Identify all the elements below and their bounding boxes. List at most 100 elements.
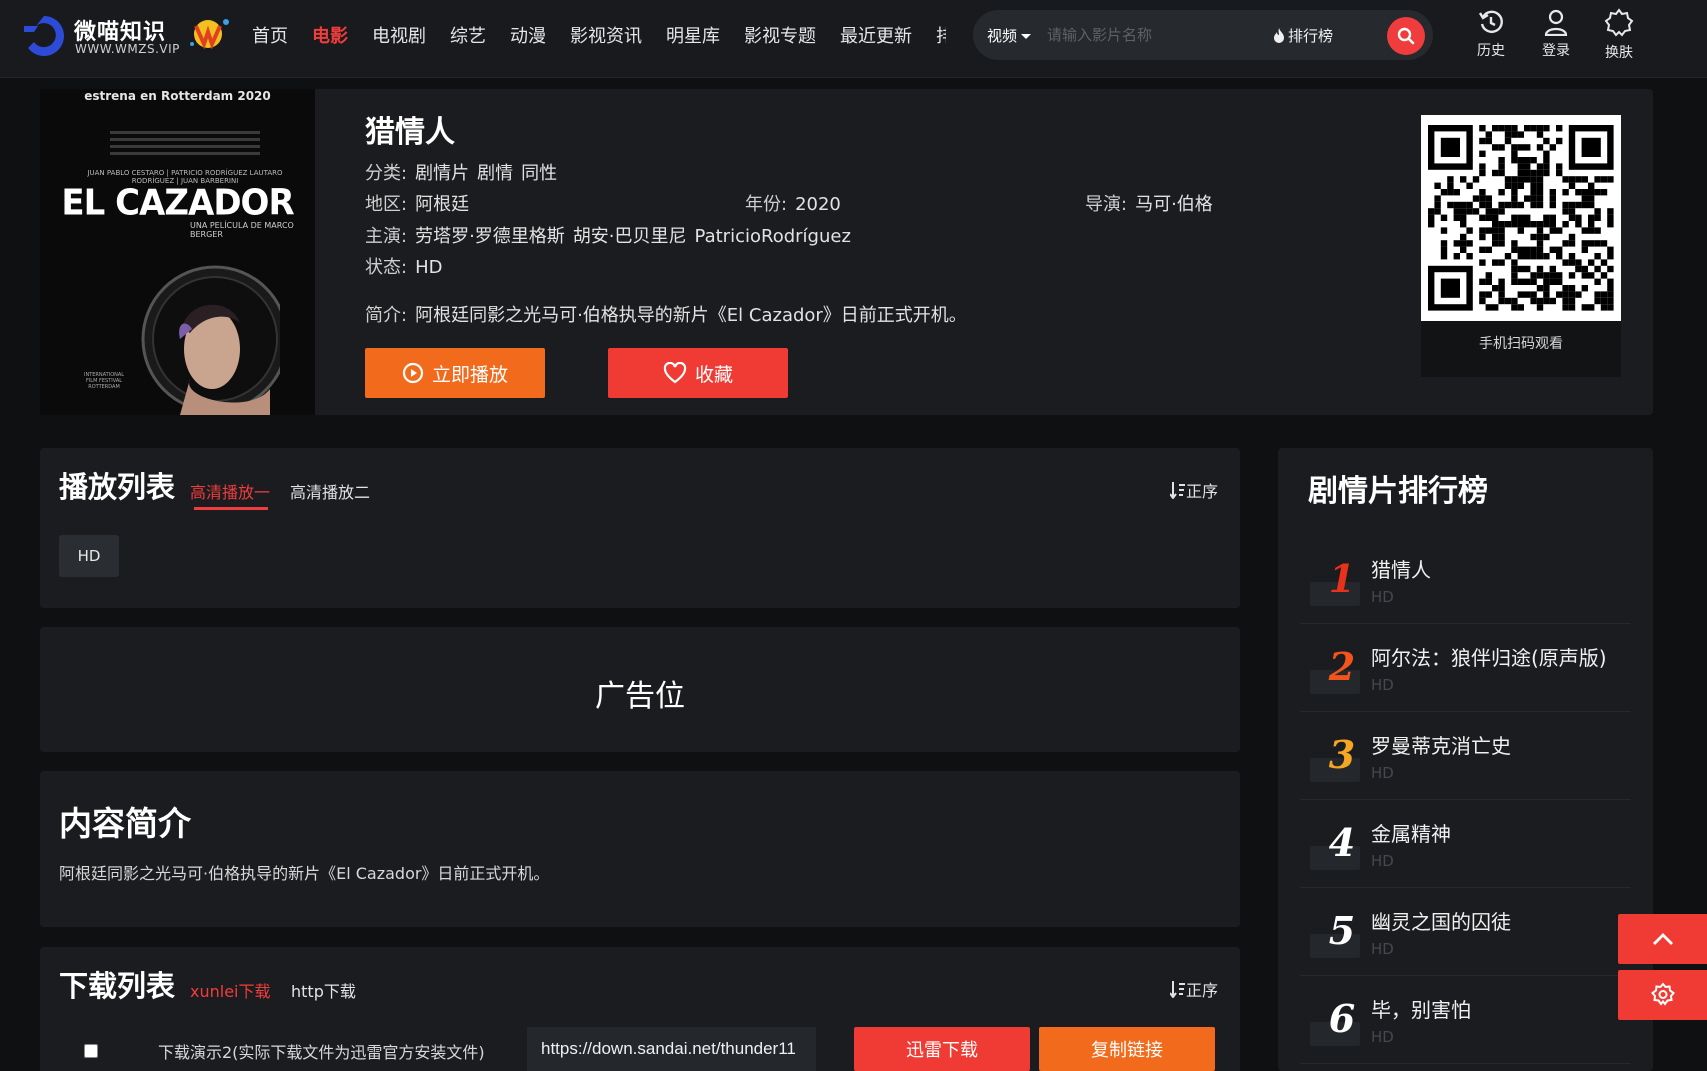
- rank-link[interactable]: 排行榜: [1273, 25, 1333, 46]
- ranking-item[interactable]: 6 毕，别害怕 HD: [1300, 976, 1631, 1064]
- nav-item-anime[interactable]: 动漫: [510, 22, 546, 48]
- ranking-item[interactable]: 2 阿尔法：狼伴归途(原声版) HD: [1300, 624, 1631, 712]
- director-link[interactable]: 马可·伯格: [1135, 194, 1213, 215]
- download-sort-label: 正序: [1186, 981, 1219, 1000]
- nav-item-topics[interactable]: 影视专题: [744, 22, 816, 48]
- ranking-item[interactable]: 3 罗曼蒂克消亡史 HD: [1300, 712, 1631, 800]
- nav-item-news[interactable]: 影视资讯: [570, 22, 642, 48]
- tab-http-download[interactable]: http下载: [291, 978, 356, 1002]
- category-link[interactable]: 剧情: [477, 163, 513, 184]
- ad-panel: 广告位: [40, 627, 1240, 752]
- rank-number: 6: [1328, 996, 1356, 1041]
- favorite-button[interactable]: 收藏: [608, 348, 788, 398]
- search-type-label: 视频: [987, 27, 1018, 45]
- poster-subtitle: UNA PELÍCULA DE MARCO BERGER: [190, 221, 294, 239]
- ranking-item[interactable]: 5 幽灵之国的囚徒 HD: [1300, 888, 1631, 976]
- search-type-select[interactable]: 视频: [987, 25, 1032, 46]
- meta-region-label: 地区:: [365, 194, 408, 215]
- intro-panel: 内容简介 阿根廷同影之光马可·伯格执导的新片《El Cazador》日前正式开机…: [40, 771, 1240, 927]
- rank-status: HD: [1371, 676, 1394, 694]
- meta-cast-label: 主演:: [365, 226, 408, 247]
- ranking-item[interactable]: 1 猎情人 HD: [1300, 536, 1631, 624]
- poster-festival: INTERNATIONAL FILM FESTIVAL ROTTERDAM: [84, 372, 125, 390]
- back-to-top-button[interactable]: [1618, 914, 1707, 964]
- status-value: HD: [415, 257, 443, 278]
- nav-item-movies[interactable]: 电影: [312, 22, 348, 48]
- rank-title: 幽灵之国的囚徒: [1371, 910, 1511, 934]
- poster-artwork: [141, 265, 280, 415]
- nav-item-home[interactable]: 首页: [252, 22, 288, 48]
- category-link[interactable]: 剧情片: [415, 163, 469, 184]
- intro-text: 阿根廷同影之光马可·伯格执导的新片《El Cazador》日前正式开机。: [59, 864, 550, 883]
- download-select-checkbox[interactable]: [84, 1044, 98, 1058]
- region-link[interactable]: 阿根廷: [415, 194, 469, 215]
- nav-item-variety[interactable]: 综艺: [450, 22, 486, 48]
- settings-float-button[interactable]: [1618, 970, 1707, 1020]
- episode-button[interactable]: HD: [59, 535, 119, 577]
- skin-label: 换肤: [1605, 45, 1633, 61]
- tab-hd-play-2[interactable]: 高清播放二: [290, 479, 370, 503]
- play-now-button[interactable]: 立即播放: [365, 348, 545, 398]
- nav-item-stars[interactable]: 明星库: [666, 22, 720, 48]
- download-panel: 下载列表 xunlei下载 http下载 正序 下载演示2(实际下载文件为迅雷官…: [40, 947, 1240, 1071]
- cast-link[interactable]: PatricioRodríguez: [695, 226, 851, 247]
- download-url-field[interactable]: [527, 1027, 816, 1071]
- rank-number: 4: [1328, 820, 1356, 865]
- rank-number: 2: [1328, 644, 1356, 689]
- search-bar: 视频 排行榜: [973, 10, 1433, 60]
- sort-icon: [1170, 482, 1185, 499]
- nav-item-tv[interactable]: 电视剧: [372, 22, 426, 48]
- active-tab-indicator: [194, 507, 268, 510]
- ranking-title: 剧情片排行榜: [1308, 474, 1488, 509]
- year-link[interactable]: 2020: [795, 194, 841, 215]
- download-title: 下载列表: [59, 969, 176, 1003]
- nav-item-overflow[interactable]: 排: [936, 22, 946, 48]
- playlist-sort-label: 正序: [1186, 482, 1219, 501]
- sort-icon: [1170, 981, 1185, 998]
- cast-link[interactable]: 劳塔罗·罗德里格斯: [415, 226, 565, 247]
- rank-number: 5: [1328, 908, 1356, 953]
- movie-info: 猎情人 分类: 剧情片 剧情 同性 地区: 阿根廷 年份: 2020 导演: 马可·伯格 主…: [365, 89, 1365, 415]
- copy-link-button[interactable]: 复制链接: [1039, 1027, 1215, 1071]
- meta-cast: 主演: 劳塔罗·罗德里格斯 胡安·巴贝里尼 PatricioRodríguez: [365, 222, 851, 248]
- poster-title: EL CAZADOR: [61, 182, 294, 224]
- logo-mark-icon: [24, 16, 64, 56]
- rank-title: 猎情人: [1371, 558, 1431, 582]
- history-button[interactable]: 历史: [1461, 8, 1521, 60]
- meta-category-label: 分类:: [365, 163, 408, 184]
- movie-poster[interactable]: estrena en Rotterdam 2020 JUAN PABLO CES…: [40, 89, 315, 415]
- poster-credits-lines: [110, 131, 260, 159]
- play-circle-icon: [402, 362, 424, 384]
- history-icon: [1478, 10, 1503, 33]
- tab-hd-play-1[interactable]: 高清播放一: [190, 479, 270, 503]
- rank-number: 3: [1328, 732, 1356, 777]
- search-button[interactable]: [1387, 17, 1425, 55]
- meta-director: 导演: 马可·伯格: [1085, 190, 1213, 216]
- favorite-label: 收藏: [694, 363, 733, 386]
- rank-status: HD: [1371, 940, 1394, 958]
- ad-placeholder: 广告位: [595, 679, 685, 714]
- download-sort-button[interactable]: 正序: [1170, 977, 1218, 1001]
- qr-code-panel: 手机扫码观看: [1421, 115, 1621, 377]
- ranking-item[interactable]: 4 金属精神 HD: [1300, 800, 1631, 888]
- search-input[interactable]: [1047, 20, 1237, 50]
- user-icon: [1544, 9, 1568, 36]
- category-link[interactable]: 同性: [521, 163, 557, 184]
- logo-url: WWW.WMZS.VIP: [75, 42, 180, 56]
- history-label: 历史: [1477, 43, 1505, 59]
- skin-button[interactable]: 换肤: [1589, 8, 1649, 62]
- login-button[interactable]: 登录: [1526, 8, 1586, 60]
- thunder-download-button[interactable]: 迅雷下载: [854, 1027, 1030, 1071]
- download-item-name: 下载演示2(实际下载文件为迅雷官方安装文件): [158, 1043, 485, 1062]
- rank-status: HD: [1371, 764, 1394, 782]
- playlist-sort-button[interactable]: 正序: [1170, 478, 1218, 502]
- main-nav: 首页 电影 电视剧 综艺 动漫 影视资讯 明星库 影视专题 最近更新 排: [252, 0, 946, 70]
- nav-item-updates[interactable]: 最近更新: [840, 22, 912, 48]
- cast-link[interactable]: 胡安·巴贝里尼: [573, 226, 687, 247]
- site-logo[interactable]: 微喵知识 WWW.WMZS.VIP: [20, 12, 230, 62]
- rank-status: HD: [1371, 1028, 1394, 1046]
- tab-xunlei-download[interactable]: xunlei下载: [190, 978, 271, 1002]
- rank-link-label: 排行榜: [1288, 27, 1334, 45]
- playlist-title: 播放列表: [59, 470, 176, 504]
- rank-title: 罗曼蒂克消亡史: [1371, 734, 1511, 758]
